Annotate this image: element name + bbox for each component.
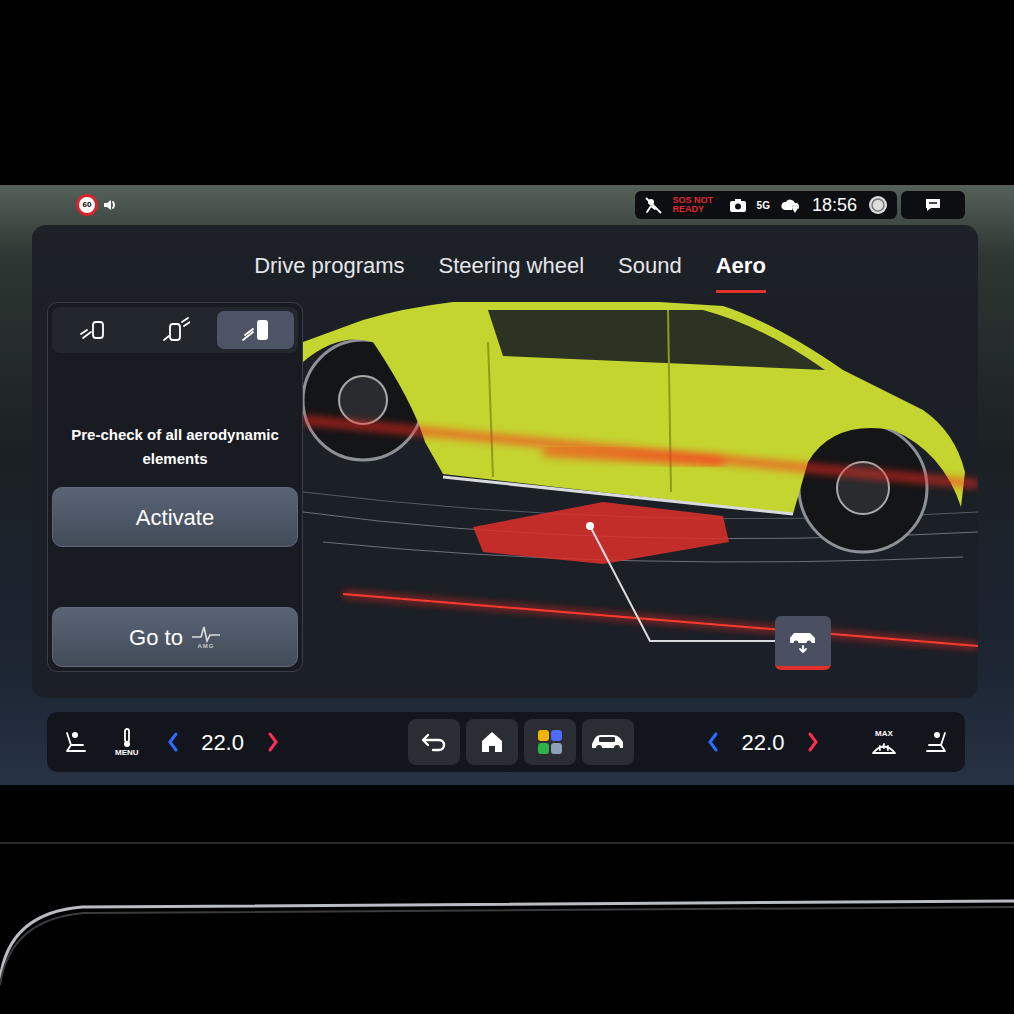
home-icon [479,730,505,754]
heartbeat-icon [191,625,221,643]
thermometer-icon [120,728,134,748]
climate-menu-button[interactable]: MENU [115,728,139,757]
bezel-top [0,0,1014,185]
tab[interactable]: Aero [716,249,766,293]
aero-control-panel: Pre-check of all aerodynamic elements Act… [47,302,303,672]
seat-left-icon[interactable] [61,729,89,755]
aero-mode-icon [160,316,190,344]
goto-label: Go to [129,621,183,654]
right-temperature: 22.0 [737,726,789,759]
apps-button[interactable] [524,719,576,765]
temp-down-icon[interactable] [705,731,721,753]
home-button[interactable] [466,719,518,765]
back-button[interactable] [408,719,460,765]
profile-icon [867,194,889,216]
tab[interactable]: Drive programs [254,249,404,293]
nav-keys [408,719,634,765]
tab[interactable]: Sound [618,249,682,293]
amg-logo-text: AMG [197,643,214,649]
left-temperature-control: 22.0 [165,726,281,759]
status-bar: 60 SOS NOT READY 5G 18:56 [0,185,1014,225]
aero-mode-option[interactable] [217,311,294,349]
goto-amg-button[interactable]: Go to AMG [52,607,298,667]
right-climate: 22.0 MAX [705,726,951,759]
max-defrost-button[interactable]: MAX [871,729,897,756]
aero-mode-icon [241,316,271,344]
temp-down-icon[interactable] [165,731,181,753]
tab[interactable]: Steering wheel [439,249,585,293]
diffuser-callout[interactable] [775,616,831,670]
airbag-off-icon [643,195,663,215]
aero-mode-option[interactable] [137,311,214,349]
right-temperature-control: 22.0 [705,726,821,759]
clock: 18:56 [812,192,857,219]
temp-up-icon[interactable] [805,731,821,753]
message-button[interactable] [901,191,965,219]
aero-description: Pre-check of all aerodynamic elements [52,423,298,471]
speaker-icon [102,198,116,212]
cloud-location-icon [780,196,802,214]
defrost-icon [871,738,897,756]
car-illustration [303,302,978,698]
network-status: 5G [757,198,770,213]
amg-logo: AMG [191,625,221,649]
status-icons: SOS NOT READY 5G 18:56 [635,191,965,219]
menu-label: MENU [115,748,139,757]
settings-panel: Drive programs Steering wheel Sound Aero Pre… [32,225,978,698]
activate-label: Activate [136,501,214,534]
aero-mode-icon [79,316,109,344]
panel-body: Pre-check of all aerodynamic elements Act… [32,302,978,698]
seat-right-icon[interactable] [923,729,951,755]
lift-car-icon [787,628,819,654]
car-icon [590,731,626,753]
aero-mode-option[interactable] [56,311,133,349]
climate-bar: MENU 22.0 22.0 MAX [47,712,965,772]
dashboard-trim [0,785,1014,1014]
vehicle-button[interactable] [582,719,634,765]
activate-button[interactable]: Activate [52,487,298,547]
speed-limit-sign: 60 [76,194,98,216]
aero-diagram [303,302,978,698]
left-temperature: 22.0 [197,726,249,759]
camera-icon [729,197,747,213]
speed-limit-group: 60 [76,194,116,216]
message-icon [924,197,942,213]
tab-bar: Drive programs Steering wheel Sound Aero [32,225,978,302]
left-climate: MENU 22.0 [61,726,281,759]
aero-mode-selector [52,307,298,353]
temp-up-icon[interactable] [265,731,281,753]
apps-icon [537,729,563,755]
sos-status: SOS NOT READY [673,196,719,214]
status-pill: SOS NOT READY 5G 18:56 [635,191,897,219]
max-label: MAX [875,729,893,738]
display-screen: 60 SOS NOT READY 5G 18:56 Drive programs Stee… [0,185,1014,785]
back-icon [420,731,448,753]
